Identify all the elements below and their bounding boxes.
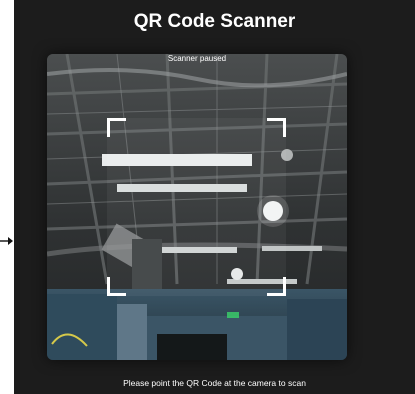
camera-feed[interactable]: Scanner paused — [47, 54, 347, 360]
scan-region — [107, 118, 286, 296]
arrow-right-icon — [0, 237, 13, 245]
scan-corner-bottom-left — [107, 277, 126, 296]
qr-scanner-app: QR Code Scanner Scanner paused Please po… — [14, 0, 415, 394]
page-title: QR Code Scanner — [133, 11, 296, 32]
scan-corner-bottom-right — [267, 277, 286, 296]
scan-corner-top-right — [267, 118, 286, 137]
scan-instructions: Please point the QR Code at the camera t… — [123, 378, 306, 388]
scanner-status: Scanner paused — [167, 54, 227, 63]
left-strip — [0, 0, 14, 394]
scan-corner-top-left — [107, 118, 126, 137]
